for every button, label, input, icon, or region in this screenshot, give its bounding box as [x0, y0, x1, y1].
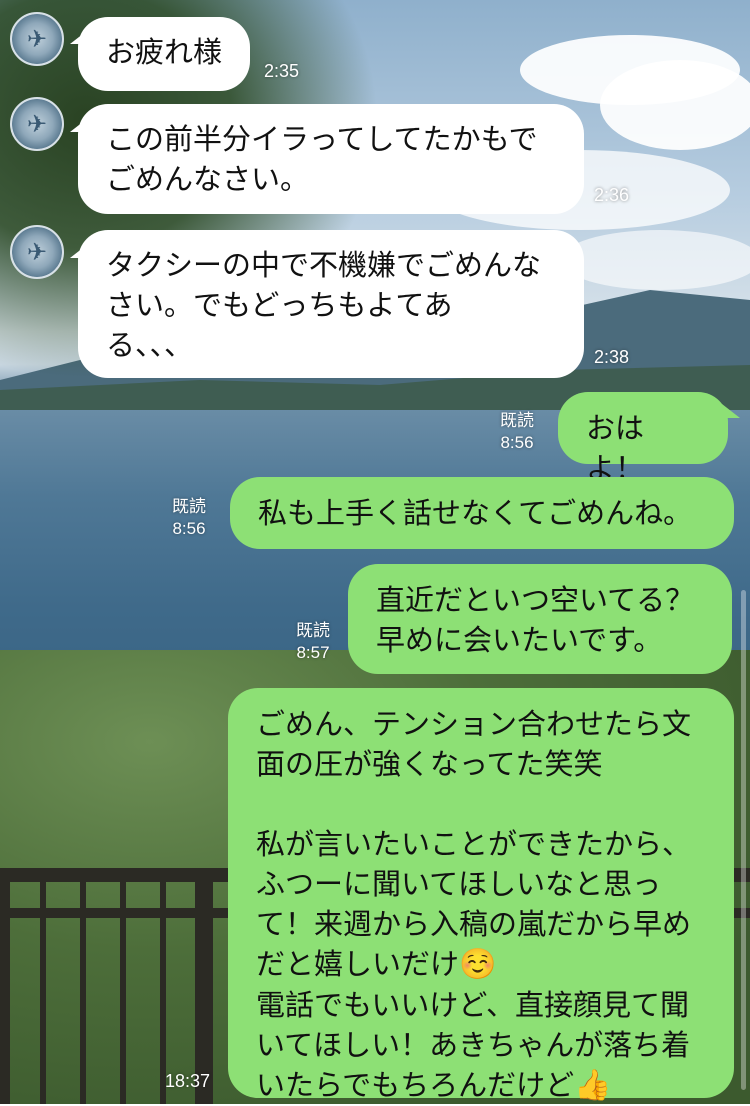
outgoing-message[interactable]: ごめん、テンション合わせたら文 面の圧が強くなってた笑笑 私が言いたいことができ… — [228, 688, 734, 1103]
message-time: 2:35 — [264, 61, 300, 81]
read-label: 既読 — [172, 497, 206, 516]
outgoing-message[interactable]: おはよ！ — [558, 392, 728, 485]
outgoing-message[interactable]: 私も上手く話せなくてごめんね。 — [230, 477, 734, 549]
avatar-icon: ✈ — [26, 25, 48, 53]
outgoing-message[interactable]: 直近だといつ空いてる？ 早めに会いたいです。 — [348, 564, 732, 674]
message-text: ごめん、テンション合わせたら文 面の圧が強くなってた笑笑 私が言いたいことができ… — [256, 707, 692, 981]
read-label: 既読 — [296, 621, 330, 640]
smiling-face-icon: ☺️ — [459, 947, 497, 982]
avatar-icon: ✈ — [26, 110, 48, 138]
read-receipt: 既読 8:57 — [296, 620, 330, 664]
incoming-message[interactable]: タクシーの中で不機嫌でごめんな さい。でもどっちもよてあ る、、、 — [78, 230, 584, 378]
thumbs-up-icon: 👍 — [574, 1068, 612, 1103]
message-time: 8:56 — [172, 519, 206, 538]
message-time: 8:57 — [296, 643, 330, 662]
avatar-icon: ✈ — [26, 238, 48, 266]
message-time: 2:38 — [594, 347, 630, 367]
read-label: 既読 — [500, 411, 534, 430]
message-text: 電話でもいいけど、直接顔見て聞 いてほしい！あきちゃんが落ち着 いたらでもちろん… — [256, 988, 691, 1102]
contact-avatar[interactable]: ✈ — [10, 225, 64, 279]
message-time: 8:56 — [500, 433, 534, 452]
incoming-message[interactable]: お疲れ様 — [78, 17, 250, 91]
message-time: 2:36 — [594, 185, 630, 205]
incoming-message[interactable]: この前半分イラってしてたかもで ごめんなさい。 — [78, 104, 584, 214]
cloud — [600, 60, 750, 150]
read-receipt: 既読 8:56 — [172, 496, 206, 540]
contact-avatar[interactable]: ✈ — [10, 97, 64, 151]
scrollbar[interactable] — [741, 590, 746, 1090]
message-time: 18:37 — [165, 1071, 211, 1091]
read-receipt: 既読 8:56 — [500, 410, 534, 454]
bubble-tail — [722, 404, 740, 418]
contact-avatar[interactable]: ✈ — [10, 12, 64, 66]
